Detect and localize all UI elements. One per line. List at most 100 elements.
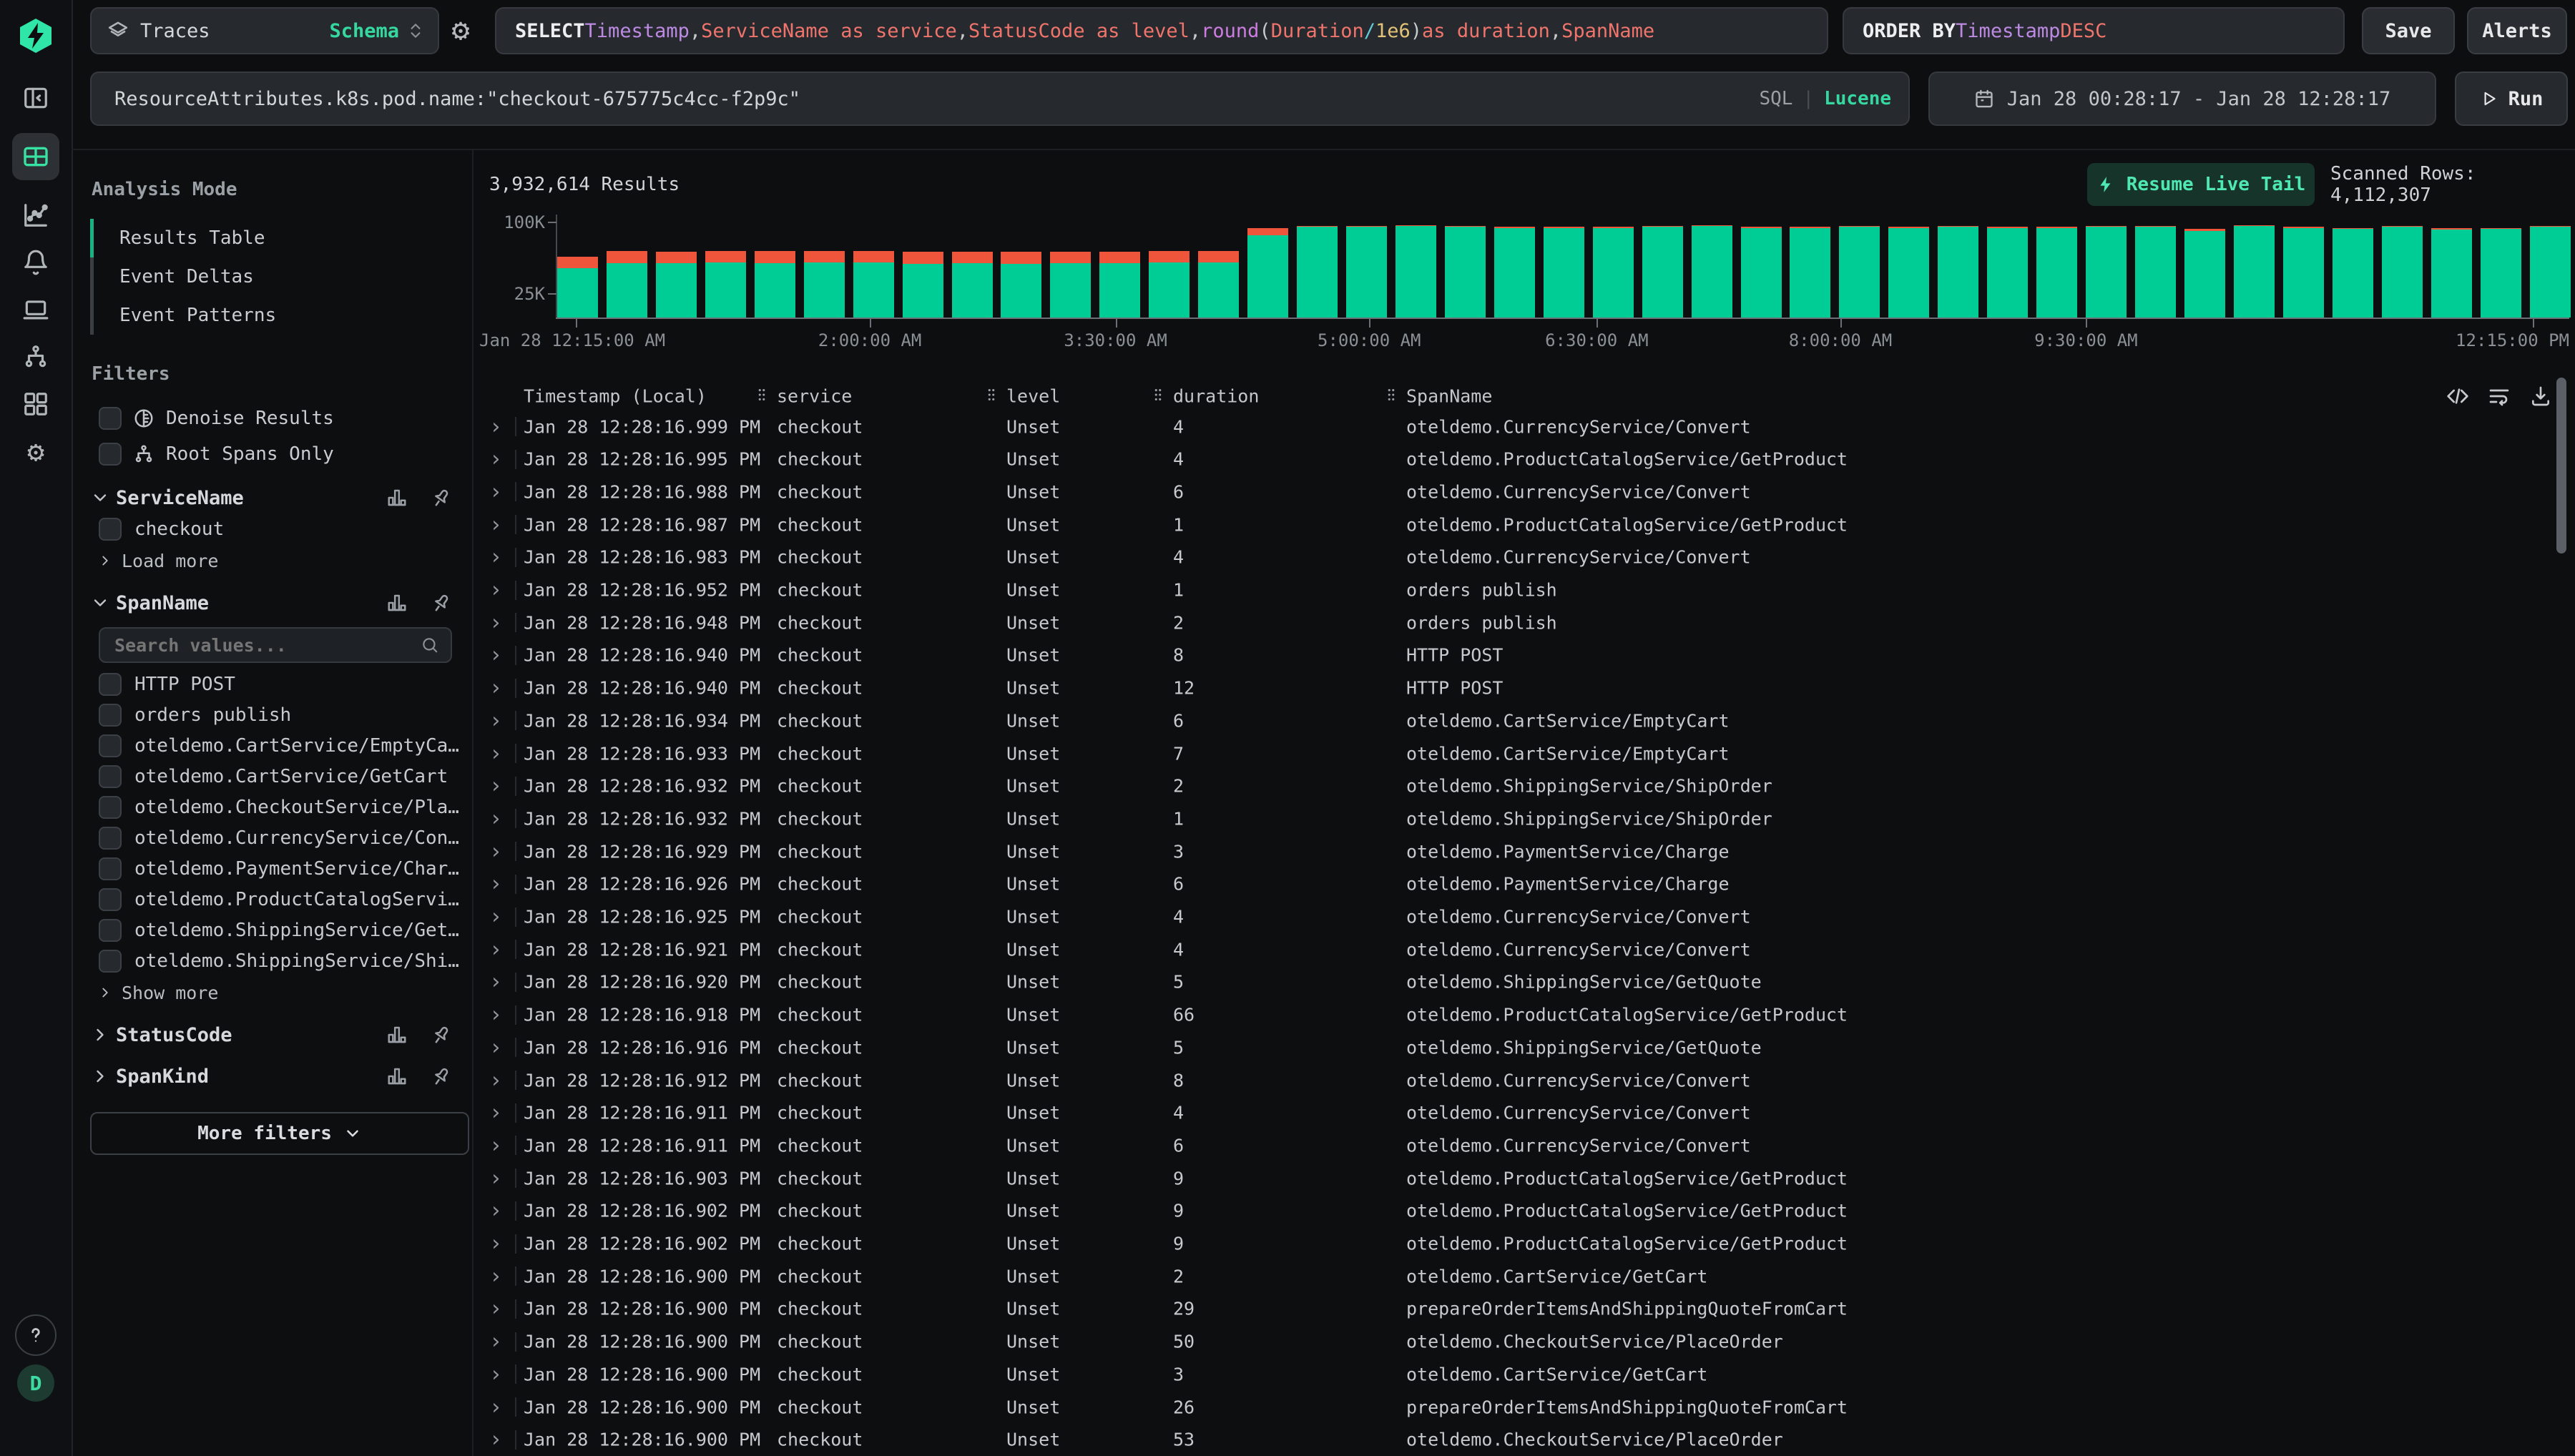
row-expand-chevron-icon[interactable]	[489, 741, 502, 766]
resume-live-tail-button[interactable]: Resume Live Tail	[2087, 163, 2315, 206]
histogram-bar[interactable]	[2283, 227, 2324, 318]
table-row[interactable]: Jan 28 12:28:16.940 PMcheckoutUnset8HTTP…	[474, 639, 2554, 672]
table-row[interactable]: Jan 28 12:28:16.940 PMcheckoutUnset12HTT…	[474, 672, 2554, 704]
checkbox[interactable]	[99, 704, 122, 727]
table-row[interactable]: Jan 28 12:28:16.934 PMcheckoutUnset6otel…	[474, 704, 2554, 737]
table-row[interactable]: Jan 28 12:28:16.902 PMcheckoutUnset9otel…	[474, 1228, 2554, 1260]
row-expand-chevron-icon[interactable]	[489, 774, 502, 799]
table-row[interactable]: Jan 28 12:28:16.900 PMcheckoutUnset2otel…	[474, 1260, 2554, 1292]
row-expand-chevron-icon[interactable]	[489, 447, 502, 472]
nav-settings-gear-icon[interactable]: ⚙	[22, 438, 49, 465]
filter-group-header[interactable]: SpanKind	[73, 1061, 472, 1092]
histogram-bar[interactable]	[2234, 225, 2275, 318]
vertical-scrollbar[interactable]	[2556, 378, 2566, 554]
histogram-bar[interactable]	[705, 251, 746, 318]
nav-dashboards-icon[interactable]	[22, 390, 49, 418]
histogram-bar[interactable]	[1396, 225, 1436, 318]
histogram-bar[interactable]	[1692, 225, 1732, 318]
table-row[interactable]: Jan 28 12:28:16.983 PMcheckoutUnset4otel…	[474, 541, 2554, 574]
row-expand-chevron-icon[interactable]	[489, 1199, 502, 1224]
row-expand-chevron-icon[interactable]	[489, 1166, 502, 1191]
histogram-bar[interactable]	[2382, 226, 2423, 318]
table-row[interactable]: Jan 28 12:28:16.988 PMcheckoutUnset6otel…	[474, 476, 2554, 508]
filter-value[interactable]: oteldemo.ShippingService/Shi…	[99, 945, 472, 976]
query-settings-gear-icon[interactable]	[445, 14, 476, 46]
row-expand-chevron-icon[interactable]	[489, 1231, 502, 1256]
checkbox[interactable]	[99, 765, 122, 788]
histogram-bar[interactable]	[1001, 252, 1041, 318]
histogram-bar[interactable]	[1445, 226, 1486, 318]
column-header[interactable]: Timestamp (Local)	[524, 386, 707, 407]
filter-value[interactable]: oteldemo.PaymentService/Char…	[99, 853, 472, 884]
histogram-bar[interactable]	[1346, 226, 1387, 318]
row-expand-chevron-icon[interactable]	[489, 1035, 502, 1060]
histogram-bar[interactable]	[2530, 226, 2571, 318]
histogram-bar[interactable]	[1741, 227, 1782, 318]
app-logo-icon[interactable]	[17, 17, 54, 54]
search-bar[interactable]: SQL | Lucene	[90, 72, 1910, 126]
analysis-mode-item[interactable]: Event Patterns	[90, 296, 472, 335]
column-grip-icon[interactable]	[1150, 387, 1166, 405]
chevrons-up-down-icon[interactable]	[406, 21, 425, 40]
table-row[interactable]: Jan 28 12:28:16.902 PMcheckoutUnset9otel…	[474, 1195, 2554, 1227]
histogram-bar[interactable]	[952, 252, 993, 318]
filter-group-header[interactable]: SpanName	[73, 587, 472, 619]
table-row[interactable]: Jan 28 12:28:16.999 PMcheckoutUnset4otel…	[474, 410, 2554, 443]
row-expand-chevron-icon[interactable]	[489, 1003, 502, 1028]
collapse-sidebar-icon[interactable]	[22, 84, 49, 112]
table-row[interactable]: Jan 28 12:28:16.900 PMcheckoutUnset3otel…	[474, 1358, 2554, 1390]
nav-chart-icon[interactable]	[22, 202, 49, 229]
histogram-bar[interactable]	[2036, 227, 2077, 318]
download-icon[interactable]	[2529, 385, 2552, 408]
column-grip-icon[interactable]	[984, 387, 999, 405]
histogram-bar[interactable]	[1593, 227, 1634, 318]
filter-group-header[interactable]: ServiceName	[73, 482, 472, 513]
row-expand-chevron-icon[interactable]	[489, 512, 502, 537]
filter-toggle[interactable]: Denoise Results	[99, 400, 472, 436]
row-expand-chevron-icon[interactable]	[489, 1068, 502, 1093]
filter-toggle[interactable]: Root Spans Only	[99, 436, 472, 472]
checkbox[interactable]	[99, 407, 122, 430]
row-expand-chevron-icon[interactable]	[489, 1427, 502, 1452]
histogram-bar[interactable]	[1839, 226, 1880, 318]
table-row[interactable]: Jan 28 12:28:16.933 PMcheckoutUnset7otel…	[474, 737, 2554, 769]
select-clause-editor[interactable]: SELECT Timestamp, ServiceName as service…	[495, 7, 1828, 54]
row-expand-chevron-icon[interactable]	[489, 643, 502, 668]
filter-value[interactable]: oteldemo.CartService/EmptyCa…	[99, 730, 472, 761]
table-row[interactable]: Jan 28 12:28:16.987 PMcheckoutUnset1otel…	[474, 508, 2554, 541]
filter-value[interactable]: checkout	[99, 513, 472, 544]
nav-search-active[interactable]	[12, 133, 59, 180]
row-expand-chevron-icon[interactable]	[489, 872, 502, 897]
filter-value[interactable]: oteldemo.ProductCatalogServi…	[99, 884, 472, 915]
checkbox[interactable]	[99, 919, 122, 942]
checkbox[interactable]	[99, 827, 122, 850]
alerts-button[interactable]: Alerts	[2467, 7, 2567, 54]
view-source-code-icon[interactable]	[2446, 385, 2469, 408]
schema-button[interactable]: Schema	[329, 20, 399, 42]
histogram-bar[interactable]	[1297, 226, 1338, 318]
row-expand-chevron-icon[interactable]	[489, 806, 502, 831]
filter-group[interactable]: StatusCode	[73, 1019, 472, 1051]
table-row[interactable]: Jan 28 12:28:16.929 PMcheckoutUnset3otel…	[474, 835, 2554, 867]
histogram-bar[interactable]	[1247, 228, 1288, 318]
row-expand-chevron-icon[interactable]	[489, 937, 502, 962]
help-button[interactable]	[15, 1314, 57, 1356]
histogram-bar[interactable]	[1790, 227, 1830, 318]
histogram-bar[interactable]	[2135, 226, 2176, 318]
histogram-bar[interactable]	[1987, 227, 2028, 318]
filter-group-footer[interactable]: Show more	[97, 976, 472, 1009]
order-by-editor[interactable]: ORDER BY Timestamp DESC	[1843, 7, 2345, 54]
table-row[interactable]: Jan 28 12:28:16.911 PMcheckoutUnset4otel…	[474, 1097, 2554, 1129]
histogram-bar[interactable]	[804, 251, 845, 318]
histogram-bar[interactable]	[607, 251, 647, 318]
row-expand-chevron-icon[interactable]	[489, 708, 502, 733]
row-expand-chevron-icon[interactable]	[489, 545, 502, 570]
checkbox[interactable]	[99, 734, 122, 757]
table-row[interactable]: Jan 28 12:28:16.948 PMcheckoutUnset2orde…	[474, 606, 2554, 639]
filter-value[interactable]: oteldemo.CheckoutService/Pla…	[99, 792, 472, 822]
row-expand-chevron-icon[interactable]	[489, 414, 502, 439]
histogram-bar[interactable]	[656, 252, 697, 318]
histogram-bar[interactable]	[2333, 228, 2373, 318]
table-row[interactable]: Jan 28 12:28:16.900 PMcheckoutUnset53ote…	[474, 1424, 2554, 1456]
histogram-bar[interactable]	[1544, 227, 1584, 318]
